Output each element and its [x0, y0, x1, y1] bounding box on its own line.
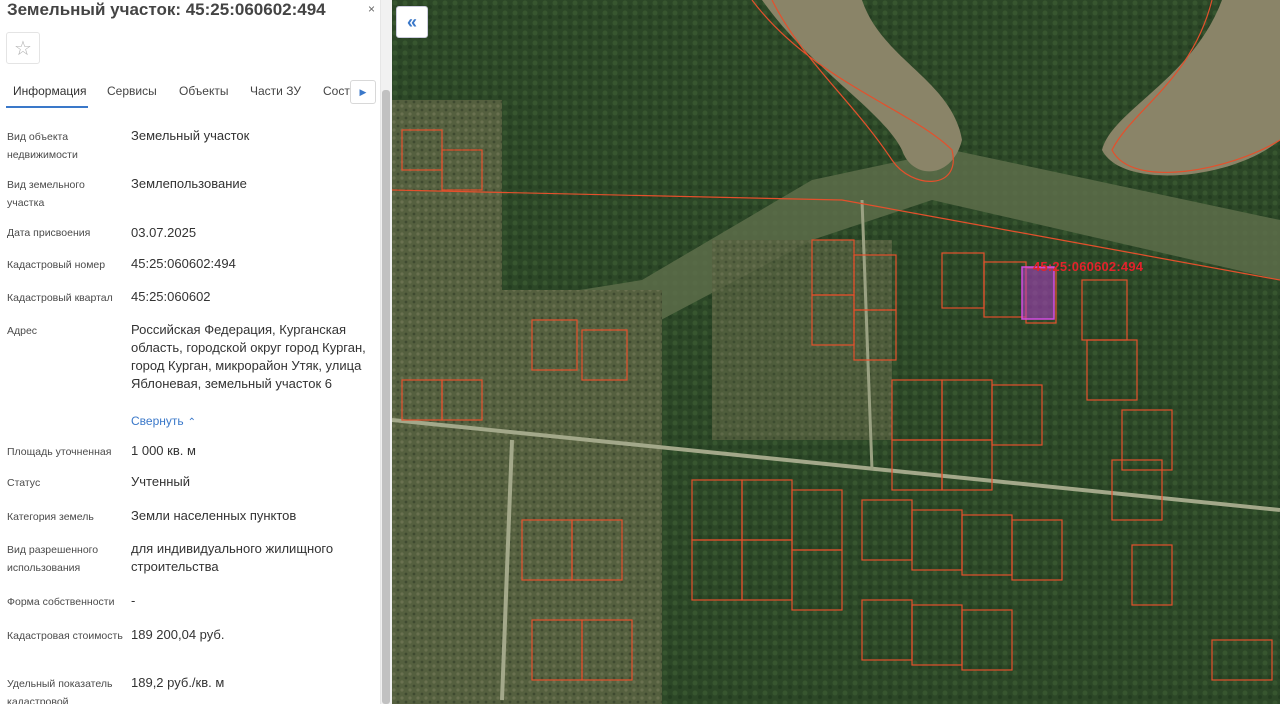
tabs-scroll-right-button[interactable]: ▶: [350, 80, 376, 104]
value-land-category: Земли населенных пунктов: [131, 508, 297, 523]
collapse-link[interactable]: Свернуть ⌃: [131, 414, 196, 428]
label-address: Адрес: [7, 325, 38, 337]
value-cadastral-quarter: 45:25:060602: [131, 289, 211, 304]
tab-info[interactable]: Информация: [13, 84, 86, 98]
label-assign-date: Дата присвоения: [7, 227, 91, 239]
label-object-type: Вид объекта недвижимости: [7, 131, 78, 161]
label-cadastral-number: Кадастровый номер: [7, 259, 106, 271]
value-cadastral-number: 45:25:060602:494: [131, 256, 236, 271]
label-land-type: Вид земельного участка: [7, 179, 85, 209]
label-specific-value: Удельный показатель кадастровой: [7, 678, 113, 704]
selected-parcel-highlight[interactable]: [1021, 266, 1055, 320]
tab-parts[interactable]: Части ЗУ: [250, 84, 301, 98]
map-canvas: [392, 0, 1280, 704]
value-land-type: Землепользование: [131, 176, 247, 191]
double-chevron-left-icon: «: [406, 11, 417, 32]
tab-bar: Информация Сервисы Объекты Части ЗУ Сост…: [0, 80, 380, 108]
value-status: Учтенный: [131, 474, 191, 489]
value-address: Российская Федерация, Курганская область…: [131, 322, 366, 391]
star-icon: ☆: [14, 37, 32, 60]
tab-services[interactable]: Сервисы: [107, 84, 157, 98]
active-tab-indicator: [6, 106, 88, 108]
value-specific-value: 189,2 руб./кв. м: [131, 675, 225, 690]
close-icon[interactable]: ×: [368, 2, 375, 16]
satellite-map[interactable]: [392, 0, 1280, 704]
value-cadastral-value: 189 200,04 руб.: [131, 627, 225, 642]
value-area: 1 000 кв. м: [131, 443, 196, 458]
label-area: Площадь уточненная: [7, 446, 112, 458]
label-land-category: Категория земель: [7, 511, 94, 523]
label-ownership: Форма собственности: [7, 596, 115, 608]
collapse-panel-button[interactable]: «: [396, 6, 428, 38]
value-ownership: -: [131, 593, 136, 608]
favorite-button[interactable]: ☆: [6, 32, 40, 64]
label-cadastral-quarter: Кадастровый квартал: [7, 292, 113, 304]
panel-scroll-thumb[interactable]: [382, 90, 390, 704]
label-cadastral-value: Кадастровая стоимость: [7, 630, 123, 642]
parcel-label: 45:25:060602:494: [1033, 259, 1144, 274]
value-object-type: Земельный участок: [131, 128, 250, 143]
label-status: Статус: [7, 477, 41, 489]
collapse-link-label: Свернуть: [131, 414, 184, 428]
tab-objects[interactable]: Объекты: [179, 84, 229, 98]
label-permitted-use: Вид разрешенного использования: [7, 544, 99, 574]
chevron-up-icon: ⌃: [187, 417, 197, 428]
info-panel: Земельный участок: 45:25:060602:494 × ☆ …: [0, 0, 392, 704]
value-assign-date: 03.07.2025: [131, 225, 197, 240]
value-permitted-use: для индивидуального жилищного строительс…: [131, 541, 334, 574]
chevron-right-icon: ▶: [359, 86, 367, 97]
page-title: Земельный участок: 45:25:060602:494: [7, 0, 326, 19]
